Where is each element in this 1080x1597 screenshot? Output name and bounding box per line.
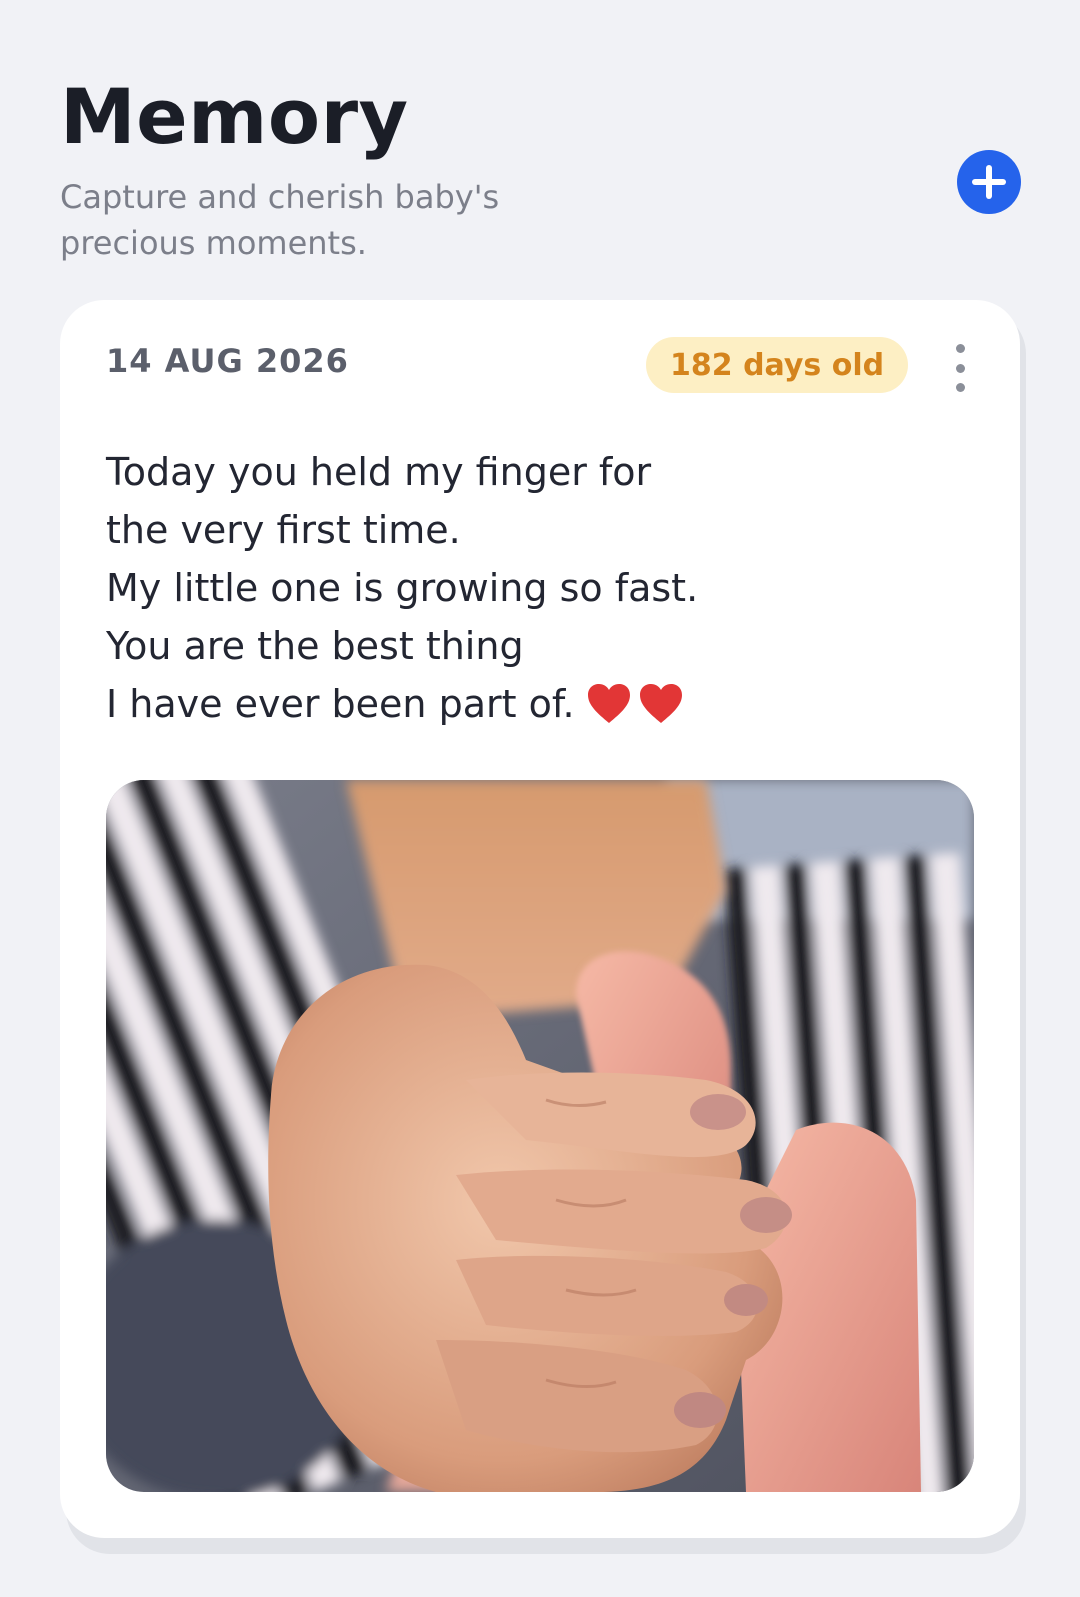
add-memory-button[interactable] (957, 150, 1021, 214)
more-dot (955, 383, 965, 392)
page-subtitle: Capture and cherish baby's precious mome… (60, 178, 500, 262)
memory-date: 14 AUG 2026 (106, 342, 349, 380)
memory-card[interactable]: 14 AUG 2026 182 days old Today you held … (60, 300, 1020, 1538)
memory-text-line: My little one is growing so fast. (106, 566, 699, 610)
heart-icon (639, 683, 682, 723)
memory-text-line: You are the best thing (106, 624, 524, 668)
memory-text-line: the very first time. (106, 508, 461, 552)
memory-text-line: Today you held my finger for (106, 450, 652, 494)
page-header: Memory Capture and cherish baby's precio… (60, 72, 1020, 266)
memory-photo[interactable] (106, 780, 974, 1492)
hearts (587, 683, 683, 725)
memory-text-line: I have ever been part of. (106, 682, 575, 726)
heart-icon (587, 683, 630, 723)
page-title: Memory (60, 72, 409, 161)
more-options-button[interactable] (948, 344, 972, 392)
age-badge: 182 days old (646, 337, 909, 393)
more-dot (955, 363, 965, 373)
more-vertical-icon (955, 344, 965, 353)
memory-text-line-last: I have ever been part of. (106, 675, 698, 733)
baby-hand-photo (106, 780, 974, 1492)
plus-icon (972, 165, 1006, 199)
memory-text: Today you held my finger for the very fi… (106, 443, 698, 733)
